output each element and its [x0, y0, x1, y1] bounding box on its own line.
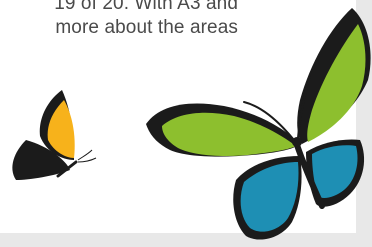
small-butterfly-icon [12, 90, 97, 180]
butterfly-artwork [12, 8, 371, 240]
page: 19 of 20. With A3 and more about the are… [0, 0, 372, 247]
large-butterfly-icon [146, 8, 371, 240]
